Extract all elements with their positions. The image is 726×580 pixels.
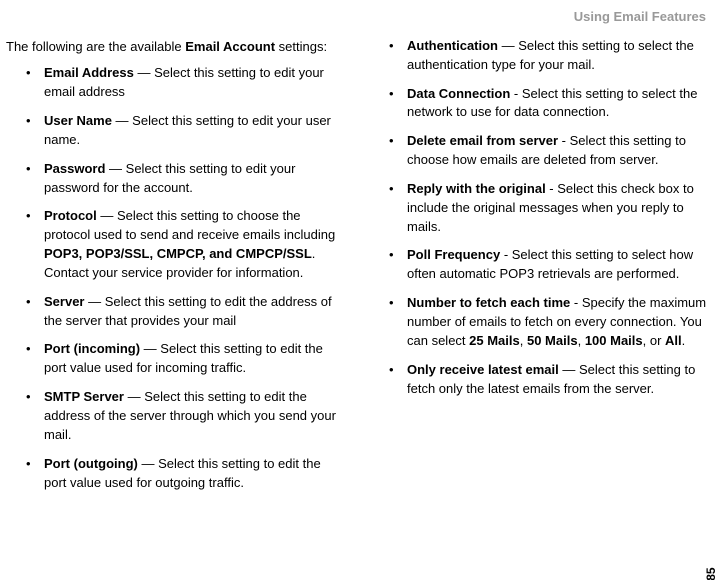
- setting-term: SMTP Server: [44, 389, 124, 404]
- list-item: SMTP Server — Select this setting to edi…: [26, 388, 345, 445]
- separator: -: [558, 133, 570, 148]
- setting-term: Port (outgoing): [44, 456, 138, 471]
- setting-term: Poll Frequency: [407, 247, 500, 262]
- list-item: Reply with the original - Select this ch…: [389, 180, 708, 237]
- intro-bold: Email Account: [185, 39, 275, 54]
- left-column: The following are the available Email Ac…: [6, 37, 345, 503]
- setting-term: Data Connection: [407, 86, 510, 101]
- setting-term: Port (incoming): [44, 341, 140, 356]
- separator: —: [124, 389, 144, 404]
- right-column: Authentication — Select this setting to …: [369, 37, 708, 503]
- bold-segment: 25 Mails: [469, 333, 520, 348]
- setting-term: Protocol: [44, 208, 97, 223]
- page-number: 85: [703, 567, 720, 580]
- page-header: Using Email Features: [6, 8, 708, 27]
- list-item: Port (incoming) — Select this setting to…: [26, 340, 345, 378]
- content-columns: The following are the available Email Ac…: [6, 37, 708, 503]
- text-segment: ,: [520, 333, 527, 348]
- setting-term: Delete email from server: [407, 133, 558, 148]
- setting-term: Number to fetch each time: [407, 295, 570, 310]
- setting-term: Email Address: [44, 65, 134, 80]
- list-item: Number to fetch each time - Specify the …: [389, 294, 708, 351]
- list-item: Poll Frequency - Select this setting to …: [389, 246, 708, 284]
- bold-segment: 100 Mails: [585, 333, 643, 348]
- bold-segment: 50 Mails: [527, 333, 578, 348]
- text-segment: , or: [643, 333, 665, 348]
- setting-term: Reply with the original: [407, 181, 546, 196]
- separator: -: [570, 295, 582, 310]
- separator: -: [500, 247, 512, 262]
- list-item: User Name — Select this setting to edit …: [26, 112, 345, 150]
- separator: —: [498, 38, 518, 53]
- setting-term: Server: [44, 294, 84, 309]
- list-item: Data Connection - Select this setting to…: [389, 85, 708, 123]
- separator: —: [140, 341, 160, 356]
- separator: —: [559, 362, 579, 377]
- list-item: Email Address — Select this setting to e…: [26, 64, 345, 102]
- separator: —: [134, 65, 154, 80]
- bold-segment: All: [665, 333, 682, 348]
- list-item: Port (outgoing) — Select this setting to…: [26, 455, 345, 493]
- intro-pre: The following are the available: [6, 39, 185, 54]
- list-item: Only receive latest email — Select this …: [389, 361, 708, 399]
- list-item: Authentication — Select this setting to …: [389, 37, 708, 75]
- bold-segment: POP3, POP3/SSL, CMPCP, and CMPCP/SSL: [44, 246, 312, 261]
- settings-list-left: Email Address — Select this setting to e…: [6, 64, 345, 492]
- separator: —: [112, 113, 132, 128]
- separator: —: [97, 208, 117, 223]
- separator: -: [510, 86, 522, 101]
- text-segment: .: [682, 333, 686, 348]
- setting-term: Password: [44, 161, 105, 176]
- intro-text: The following are the available Email Ac…: [6, 37, 345, 57]
- settings-list-right: Authentication — Select this setting to …: [369, 37, 708, 399]
- list-item: Delete email from server - Select this s…: [389, 132, 708, 170]
- setting-term: User Name: [44, 113, 112, 128]
- list-item: Password — Select this setting to edit y…: [26, 160, 345, 198]
- text-segment: ,: [578, 333, 585, 348]
- separator: —: [84, 294, 104, 309]
- separator: —: [138, 456, 158, 471]
- list-item: Server — Select this setting to edit the…: [26, 293, 345, 331]
- separator: —: [105, 161, 125, 176]
- setting-term: Only receive latest email: [407, 362, 559, 377]
- separator: -: [546, 181, 558, 196]
- list-item: Protocol — Select this setting to choose…: [26, 207, 345, 282]
- setting-term: Authentication: [407, 38, 498, 53]
- intro-post: settings:: [275, 39, 327, 54]
